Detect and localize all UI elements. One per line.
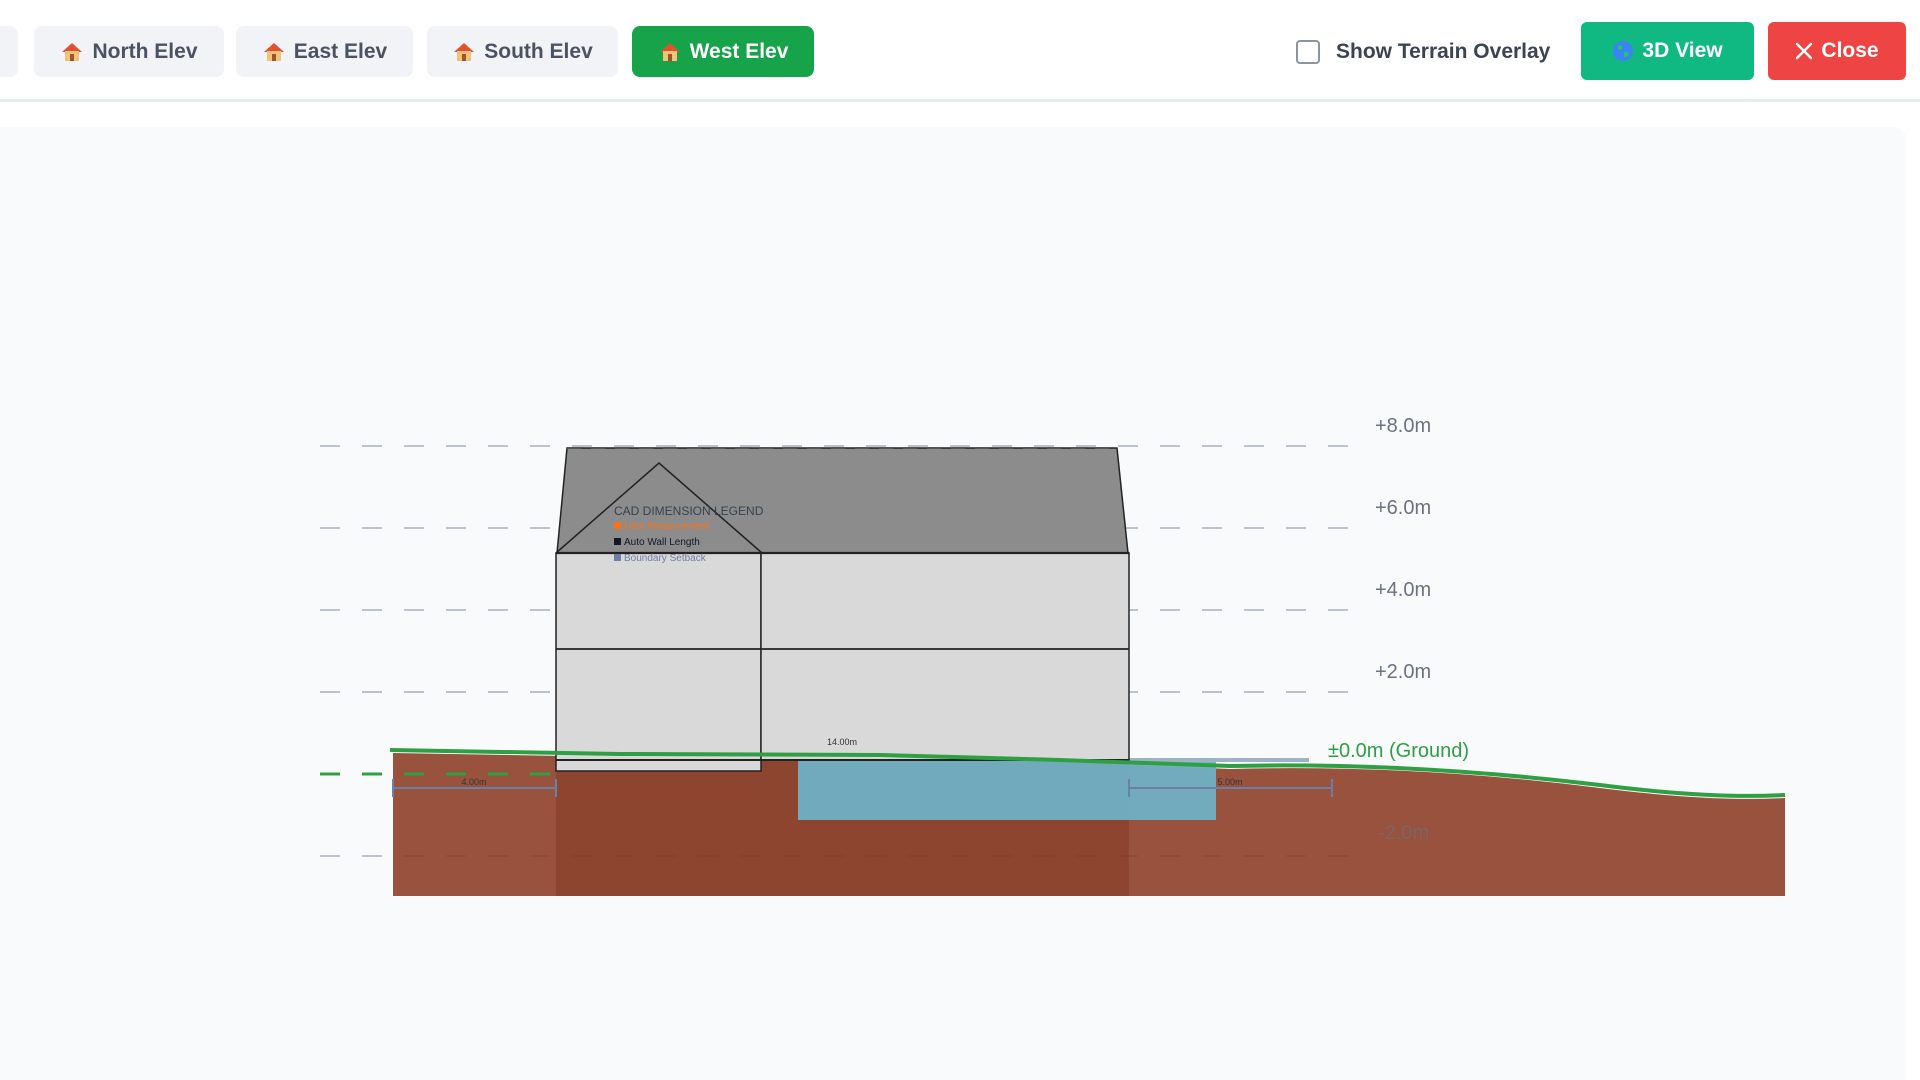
level-label-plus-8: +8.0m	[1375, 415, 1431, 437]
water-basement	[798, 760, 1216, 820]
legend-swatch-user	[614, 522, 621, 529]
level-label-ground: ±0.0m (Ground)	[1328, 740, 1469, 762]
legend-title: CAD DIMENSION LEGEND	[614, 504, 764, 518]
level-label-plus-2: +2.0m	[1375, 661, 1431, 683]
level-label-plus-6: +6.0m	[1375, 497, 1431, 519]
legend-item-boundary: Boundary Setback	[624, 553, 707, 564]
west-elevation-drawing: 4.00m 14.00m 5.00m CAD DIMENSION LEGEND …	[320, 415, 1786, 896]
wall-right-section	[760, 552, 1130, 761]
level-label-minus-2: -2.0m	[1378, 822, 1429, 844]
dim-building-label: 14.00m	[827, 737, 857, 747]
wall-left-section	[555, 552, 762, 772]
legend-swatch-auto	[614, 538, 621, 545]
level-label-plus-4: +4.0m	[1375, 579, 1431, 601]
dim-left-label: 4.00m	[461, 777, 486, 787]
dim-right-label: 5.00m	[1217, 777, 1242, 787]
legend-swatch-boundary	[614, 554, 621, 561]
legend-item-auto: Auto Wall Length	[624, 537, 700, 548]
legend-item-user: User Measurement	[624, 521, 709, 532]
